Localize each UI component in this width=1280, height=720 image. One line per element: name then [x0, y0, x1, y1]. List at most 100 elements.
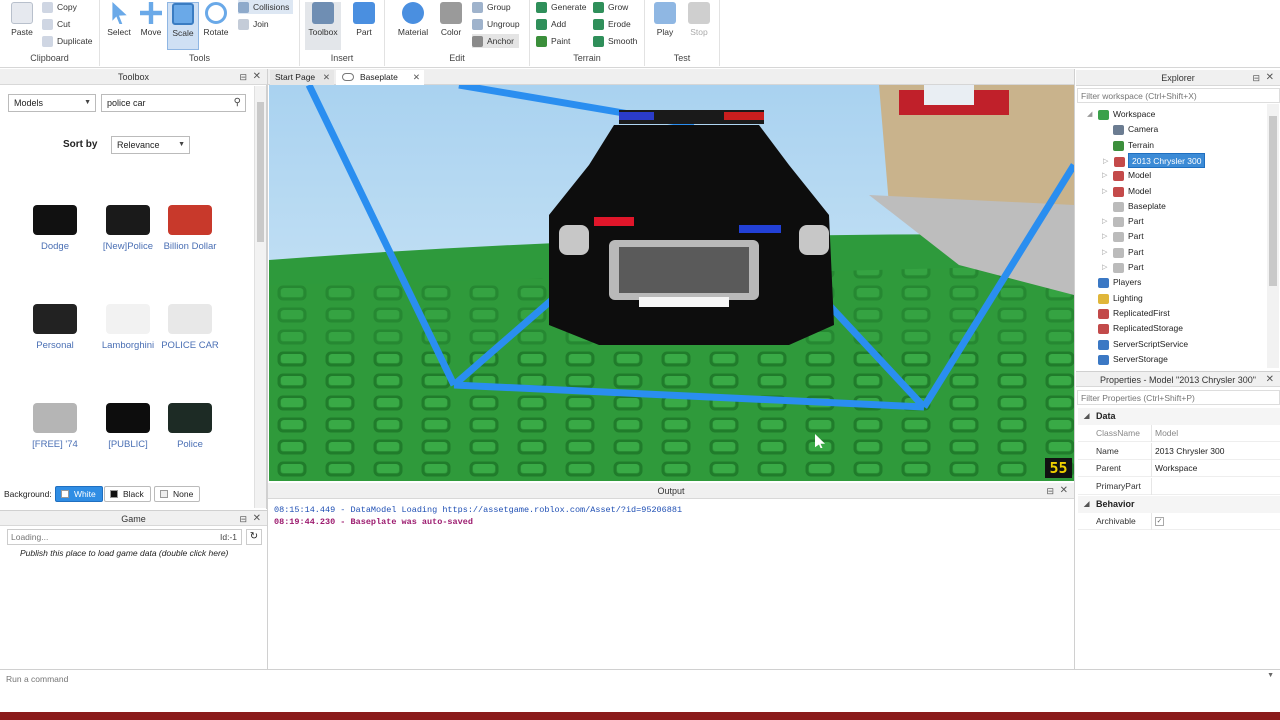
checkbox[interactable]: ✓ [1155, 517, 1164, 526]
model-item[interactable]: Lamborghini [93, 304, 163, 351]
explorer-item[interactable]: ▷ Part [1102, 260, 1144, 275]
property-archivable[interactable]: Archivable ✓ [1078, 513, 1280, 530]
game-search-input[interactable] [7, 529, 242, 545]
erode-button[interactable]: Erode [593, 17, 631, 31]
model-item[interactable]: [FREE] '74 [20, 403, 90, 450]
explorer-item[interactable]: ▷ 2013 Chrysler 300 [1103, 152, 1206, 168]
property-row[interactable]: PrimaryPart [1078, 477, 1280, 495]
expand-icon[interactable]: ◢ [1087, 107, 1092, 122]
pin-icon[interactable]: ⊟ [1046, 483, 1054, 499]
model-item[interactable]: POLICE CAR [155, 304, 225, 351]
expand-icon[interactable]: ▷ [1103, 154, 1108, 169]
grow-button[interactable]: Grow [593, 0, 628, 14]
bg-white-button[interactable]: White [55, 486, 103, 502]
bg-none-button[interactable]: None [154, 486, 201, 502]
group-button[interactable]: Group [472, 0, 511, 14]
explorer-item[interactable]: ServerScriptService [1098, 337, 1188, 352]
explorer-item[interactable]: ▷ Part [1102, 245, 1144, 260]
refresh-icon[interactable]: ↻ [246, 529, 262, 545]
ungroup-button[interactable]: Ungroup [472, 17, 520, 31]
chevron-down-icon[interactable]: ▼ [1267, 672, 1274, 679]
pin-icon[interactable]: ⊟ [1252, 70, 1260, 86]
explorer-item[interactable]: ReplicatedStorage [1098, 321, 1183, 336]
explorer-item[interactable]: ▷ Part [1102, 214, 1144, 229]
explorer-item[interactable]: Players [1098, 275, 1141, 290]
expand-icon[interactable]: ▷ [1102, 260, 1107, 275]
close-icon[interactable]: ✕ [413, 70, 420, 85]
smooth-button[interactable]: Smooth [593, 34, 637, 48]
expand-icon[interactable]: ▷ [1102, 168, 1107, 183]
explorer-item[interactable]: ServerStorage [1098, 352, 1168, 367]
explorer-item[interactable]: ▷ Model [1102, 184, 1151, 199]
select-button[interactable]: Select [103, 2, 135, 37]
explorer-item[interactable]: Camera [1113, 122, 1158, 137]
cut-button[interactable]: Cut [42, 17, 70, 31]
anchor-toggle[interactable]: Anchor [472, 34, 519, 48]
explorer-item[interactable]: ◢ Workspace [1087, 107, 1155, 122]
part-button[interactable]: Part [348, 2, 380, 37]
scroll-thumb[interactable] [1269, 116, 1277, 286]
property-row[interactable]: Parent Workspace [1078, 460, 1280, 477]
add-terrain-button[interactable]: Add [536, 17, 566, 31]
expand-icon[interactable]: ▷ [1102, 229, 1107, 244]
paint-button[interactable]: Paint [536, 34, 570, 48]
explorer-item[interactable]: Terrain [1113, 138, 1154, 153]
explorer-item[interactable]: Lighting [1098, 291, 1143, 306]
3d-viewport[interactable]: 55 [269, 85, 1074, 481]
tab-start-page[interactable]: Start Page ✕ [270, 70, 334, 85]
copy-button[interactable]: Copy [42, 0, 77, 14]
property-row[interactable]: Name 2013 Chrysler 300 [1078, 442, 1280, 460]
model-item[interactable]: [PUBLIC] [93, 403, 163, 450]
rotate-button[interactable]: Rotate [200, 2, 232, 37]
toolbox-scrollbar[interactable] [254, 86, 266, 508]
explorer-scrollbar[interactable] [1267, 104, 1279, 368]
move-button[interactable]: Move [135, 2, 167, 37]
close-icon[interactable]: ✕ [253, 511, 261, 527]
category-select[interactable]: Models ▼ [8, 94, 96, 112]
search-icon[interactable]: ⚲ [234, 95, 241, 111]
close-icon[interactable]: ✕ [323, 70, 330, 85]
model-item[interactable]: Dodge [20, 205, 90, 252]
game-hint[interactable]: Publish this place to load game data (do… [20, 548, 228, 558]
close-icon[interactable]: ✕ [1266, 372, 1274, 388]
paste-button[interactable]: Paste [6, 2, 38, 37]
expand-icon[interactable]: ▷ [1102, 214, 1107, 229]
scroll-thumb[interactable] [257, 102, 264, 242]
model-item[interactable]: [New]Police [93, 205, 163, 252]
close-icon[interactable]: ✕ [1266, 70, 1274, 86]
category-behavior[interactable]: ◢ Behavior [1078, 496, 1280, 513]
scale-button[interactable]: Scale [167, 2, 199, 50]
bg-black-button[interactable]: Black [104, 486, 151, 502]
collisions-toggle[interactable]: Collisions [238, 0, 294, 14]
expand-icon[interactable]: ▷ [1102, 184, 1107, 199]
close-icon[interactable]: ✕ [253, 69, 261, 85]
toolbox-search-input[interactable]: police car ⚲ [101, 94, 246, 112]
expand-icon[interactable]: ▷ [1102, 245, 1107, 260]
explorer-item[interactable]: ▷ Part [1102, 229, 1144, 244]
model-item[interactable]: Billion Dollar [155, 205, 225, 252]
edit-group: Material Color Group Ungroup Anchor Edit [385, 0, 530, 66]
command-input[interactable] [6, 672, 1268, 686]
category-data[interactable]: ◢ Data [1078, 408, 1280, 425]
play-button[interactable]: Play [649, 2, 681, 37]
explorer-item[interactable]: ReplicatedFirst [1098, 306, 1170, 321]
model-item[interactable]: Police [155, 403, 225, 450]
duplicate-button[interactable]: Duplicate [42, 34, 92, 48]
generate-button[interactable]: Generate [536, 0, 586, 14]
pin-icon[interactable]: ⊟ [239, 69, 247, 85]
material-button[interactable]: Material [395, 2, 431, 37]
stop-button[interactable]: Stop [683, 2, 715, 37]
properties-filter-input[interactable] [1077, 390, 1280, 405]
close-icon[interactable]: ✕ [1060, 483, 1068, 499]
model-item[interactable]: Personal [20, 304, 90, 351]
property-row[interactable]: ClassName Model [1078, 425, 1280, 442]
tab-baseplate[interactable]: Baseplate ✕ [336, 70, 424, 85]
explorer-item[interactable]: Baseplate [1113, 199, 1166, 214]
pin-icon[interactable]: ⊟ [239, 511, 247, 527]
sort-select[interactable]: Relevance ▼ [111, 136, 190, 154]
explorer-item[interactable]: ▷ Model [1102, 168, 1151, 183]
explorer-filter-input[interactable] [1077, 88, 1280, 103]
color-button[interactable]: Color [435, 2, 467, 37]
join-button[interactable]: Join [238, 17, 269, 31]
toolbox-button[interactable]: Toolbox [305, 2, 341, 50]
